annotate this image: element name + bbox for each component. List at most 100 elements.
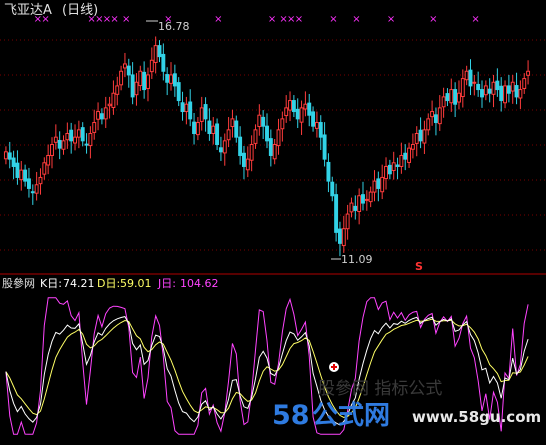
candle-body [107,103,112,107]
candle-body [69,129,74,142]
candle-body [311,111,316,127]
candle-body [30,191,35,194]
candle-body [130,74,135,98]
candle-body [73,136,77,144]
candle-body [46,154,51,166]
candle-body [476,83,481,91]
candle-body [276,129,281,147]
candle-body [522,78,527,89]
low-price-label: 11.09 [341,253,373,266]
candle-body [215,123,220,145]
candle-body [526,70,531,76]
candle-body [341,228,346,247]
d-value: 59.01 [120,277,152,290]
candle-body [238,136,243,156]
candle-body [437,107,442,125]
candle-body [433,114,438,124]
candle-body [391,162,396,171]
candle-body [380,176,385,193]
plus-circle-icon [329,362,339,372]
candle-body [414,133,419,144]
candle-body [11,157,16,167]
candle-body [26,178,31,189]
candle-body [337,228,342,244]
candle-body [376,178,381,189]
candle-body [318,122,323,138]
candle-body [115,85,120,95]
candle-body [207,120,212,135]
candle-body [480,89,484,98]
candle-body [506,85,511,94]
j-value: 104.62 [180,277,219,290]
candle-body [7,152,12,160]
candle-body [295,108,300,120]
cross-marker: × [429,14,437,25]
candle-body [372,180,377,193]
candle-body [453,89,458,105]
candle-body [445,93,450,102]
candle-body [245,158,250,171]
candle-body [134,81,139,96]
candle-body [111,92,116,109]
candle-body [84,143,89,146]
candle-body [253,129,258,144]
candle-body [357,195,362,212]
candle-body [299,107,304,123]
candle-body [218,147,223,153]
candle-body [211,125,216,135]
candle-body [146,74,150,89]
candle-body [468,69,473,87]
candle-body [503,85,508,104]
candle-body [368,191,373,203]
candle-body [61,140,66,150]
candle-body [126,65,131,76]
candle-body [426,118,431,131]
candle-body [88,133,93,147]
candle-body [226,129,231,141]
candle-body [149,59,154,73]
candle-body [399,154,404,167]
candle-body [249,143,254,161]
candle-body [403,152,408,160]
j-label: J日: [157,277,176,290]
candle-body [288,100,292,111]
candle-body [353,205,358,211]
candle-body [23,169,28,182]
candle-body [518,89,523,99]
stock-title: 飞亚达A [4,3,52,18]
candle-body [222,140,227,154]
candle-body [80,127,85,142]
candle-body [268,138,273,156]
candle-body [345,213,350,230]
candle-body [122,63,127,69]
candle-body [457,92,461,103]
candle-body [188,101,193,120]
candle-body [172,73,177,87]
candle-body [449,89,454,104]
candle-body [303,103,308,110]
kdj-header: 股參网 K日: 74.21 D日: 59.01 J日: 104.62 [2,276,219,290]
candle-body [138,70,143,87]
candle-body [387,164,392,175]
candle-body [472,81,477,84]
candle-body [464,70,469,81]
candle-body [510,81,515,92]
cross-marker: × [295,14,303,25]
candle-body [261,116,266,127]
candle-body [161,53,166,72]
candle-body [176,82,181,102]
candle-body [15,162,20,178]
candle-body [230,118,235,128]
candle-body [460,78,465,98]
candle-body [307,102,312,116]
stock-chart[interactable]: × × × × × × × × × × × × × × × × × × 飞亚达A (日线) 16.78 11.09… [0,0,546,445]
logo-number: 58 [272,400,310,431]
candle-body [407,147,412,163]
candle-body [38,176,43,185]
candle-body [92,122,97,133]
candle-body [395,164,400,167]
cross-marker: × [471,14,479,25]
candle-body [499,85,504,102]
watermark-faint-text: 股參网 指标公式 [318,379,442,399]
candle-body [169,74,173,84]
